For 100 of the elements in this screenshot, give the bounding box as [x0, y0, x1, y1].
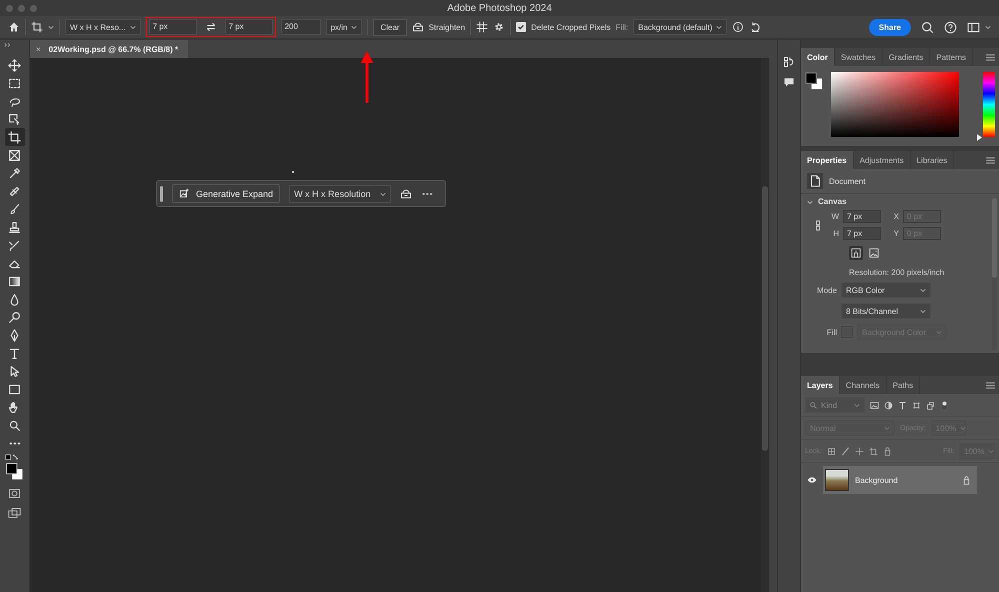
filter-toggle-icon[interactable]	[940, 400, 949, 410]
frame-icon	[8, 148, 21, 162]
clear-button[interactable]: Clear	[373, 18, 407, 36]
chevron-icon	[130, 24, 136, 30]
layer-row[interactable]: Background	[823, 466, 977, 494]
resolution-text: Resolution: 200 pixels/inch	[848, 267, 946, 277]
portrait-button[interactable]	[849, 246, 863, 260]
artboard-icon[interactable]	[868, 446, 878, 456]
height-field[interactable]: 7 px	[843, 227, 881, 240]
chevron-icon[interactable]	[985, 24, 991, 30]
color-swatches-icon[interactable]	[805, 72, 823, 90]
x-label: X	[892, 212, 899, 221]
chevron-icon	[807, 198, 813, 204]
checkbox[interactable]	[516, 22, 526, 32]
chevron-icon	[988, 448, 994, 454]
unit-dropdown[interactable]: px/in	[326, 19, 362, 35]
link-icon[interactable]	[815, 220, 821, 230]
panel-tab[interactable]: Libraries	[910, 151, 954, 169]
home-icon[interactable]	[8, 21, 20, 33]
checkbox-label: Delete Cropped Pixels	[531, 22, 611, 32]
search-icon	[810, 402, 817, 408]
move-icon	[8, 58, 21, 72]
slider-marker[interactable]	[977, 134, 982, 140]
panel-tab[interactable]: Patterns	[930, 48, 974, 66]
eyedropper-icon	[8, 166, 21, 180]
bit-depth-dropdown[interactable]: 8 Bits/Channel	[841, 303, 931, 319]
dodge-icon	[8, 310, 21, 324]
type-icon	[8, 346, 21, 360]
comment-icon[interactable]	[783, 76, 795, 88]
document-label: Document	[829, 176, 866, 186]
document-icon	[807, 173, 823, 189]
chevron-icon[interactable]	[48, 24, 54, 30]
workspace-icon[interactable]	[967, 20, 980, 34]
fill-label: Fill:	[616, 22, 628, 32]
help-icon[interactable]	[944, 20, 957, 34]
panel-tab[interactable]: Adjustments	[854, 151, 911, 169]
window-title: Adobe Photoshop 2024	[447, 2, 552, 14]
straighten-button[interactable]: Straighten	[428, 22, 466, 32]
chevron-icon	[716, 24, 722, 30]
menu-icon[interactable]	[986, 382, 995, 388]
ratio-dropdown[interactable]: W x H x Reso...	[65, 19, 141, 35]
smart-object-filter-icon[interactable]	[926, 400, 935, 410]
gradient-icon	[8, 274, 21, 288]
chevron-icon	[380, 190, 386, 196]
zoom-icon	[8, 418, 21, 432]
reset-icon[interactable]	[749, 21, 762, 33]
fill-dropdown[interactable]: Background (default)	[633, 19, 728, 35]
panel-tab[interactable]: Paths	[886, 376, 920, 394]
tool-button[interactable]	[4, 128, 24, 146]
panel-tab[interactable]: Gradients	[882, 48, 930, 66]
shape-filter-icon[interactable]	[912, 400, 921, 410]
grid-icon[interactable]	[476, 21, 488, 33]
move-icon[interactable]	[854, 446, 864, 456]
pen-icon	[8, 328, 21, 342]
pointer-icon	[8, 364, 21, 378]
menu-icon[interactable]	[986, 54, 995, 60]
landscape-button[interactable]	[867, 246, 881, 260]
document-tab[interactable]: × 02Working.psd @ 66.7% (RGB/8) *	[30, 40, 188, 58]
color-field[interactable]	[830, 72, 959, 137]
swap-icon[interactable]	[204, 21, 217, 33]
y-label: Y	[892, 229, 899, 238]
crop-icon	[8, 130, 21, 144]
info-icon[interactable]	[732, 21, 744, 33]
quick-mask-icon[interactable]	[8, 487, 21, 500]
width-field[interactable]: 7 px	[148, 19, 197, 35]
crop-icon[interactable]	[31, 21, 43, 33]
type-filter-icon[interactable]	[898, 400, 907, 410]
panel-tab[interactable]: Properties	[801, 151, 854, 169]
lock-icon[interactable]	[962, 476, 971, 484]
panel-tab[interactable]: Layers	[801, 376, 840, 394]
color-swatches-icon[interactable]	[5, 454, 24, 481]
chevron-icon	[351, 24, 358, 30]
share-button[interactable]: Share	[868, 18, 911, 36]
mode-label: Mode	[816, 286, 837, 294]
visibility-icon[interactable]	[807, 476, 817, 484]
adjustment-filter-icon[interactable]	[884, 400, 893, 410]
panel-tab[interactable]: Color	[801, 48, 835, 66]
screen-mode-icon[interactable]	[8, 506, 21, 519]
menu-icon[interactable]	[986, 156, 995, 164]
height-field[interactable]: 7 px	[224, 19, 273, 35]
image-filter-icon[interactable]	[870, 400, 879, 410]
lock-pixels-icon[interactable]	[826, 446, 836, 456]
scrollbar-thumb[interactable]	[992, 198, 997, 278]
settings-icon[interactable]	[493, 21, 506, 33]
panel-tab[interactable]: Swatches	[834, 48, 883, 66]
scrollbar-thumb[interactable]	[762, 186, 768, 451]
section-header[interactable]: Canvas	[807, 197, 993, 206]
history-icon[interactable]	[783, 56, 795, 68]
lock-icon[interactable]	[882, 446, 892, 456]
preset-dropdown[interactable]: W x H x Resolution	[289, 184, 392, 202]
width-field[interactable]: 7 px	[843, 210, 881, 223]
expand-icon[interactable]	[4, 42, 12, 48]
mode-dropdown[interactable]: RGB Color	[841, 282, 931, 298]
resolution-field[interactable]: 200	[280, 19, 321, 35]
generative-expand-button[interactable]: Generative Expand	[172, 184, 280, 203]
drag-handle[interactable]	[160, 186, 163, 202]
stamp-icon	[8, 220, 21, 234]
height-label: H	[832, 229, 839, 238]
panel-tab[interactable]: Channels	[840, 376, 887, 394]
search-icon[interactable]	[921, 20, 934, 34]
